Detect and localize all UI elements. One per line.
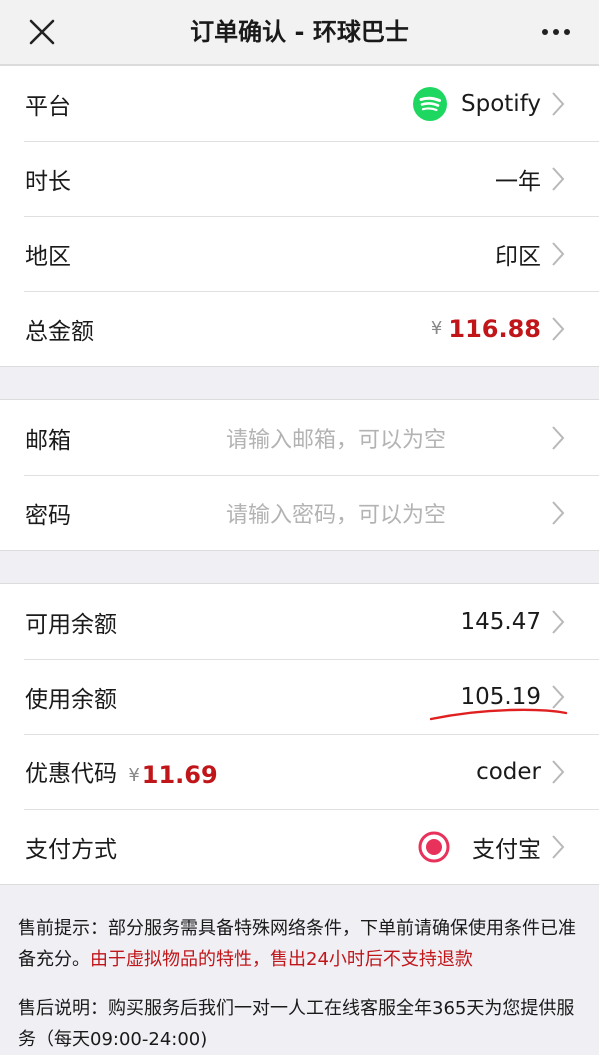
total-row: 总金额 ¥ 116.88 — [0, 291, 599, 366]
after-sale-note: 售后说明：购买服务后我们一对一人工在线客服全年365天为您提供服务（每天09:0… — [18, 998, 575, 1050]
chevron-right-icon — [552, 500, 565, 525]
available-balance-row: 可用余额 145.47 — [0, 584, 599, 659]
red-underline-annotation — [430, 708, 568, 721]
chevron-right-icon — [552, 316, 565, 341]
password-field[interactable]: 请输入密码，可以为空 — [226, 497, 446, 529]
chevron-right-icon — [552, 166, 565, 191]
region-row[interactable]: 地区 印区 — [0, 216, 599, 291]
radio-selected-icon[interactable] — [418, 831, 450, 863]
password-row[interactable]: 密码 请输入密码，可以为空 — [0, 475, 599, 550]
chevron-right-icon — [552, 834, 565, 859]
payment-method-label: 支付方式 — [25, 836, 117, 863]
email-label: 邮箱 — [25, 427, 71, 454]
duration-value: 一年 — [495, 168, 541, 195]
more-icon[interactable] — [541, 26, 571, 38]
refund-warning: 由于虚拟物品的特性，售出24小时后不支持退款 — [90, 949, 473, 970]
payment-method-name: 支付宝 — [472, 836, 541, 863]
payment-group: 可用余额 145.47 使用余额 105.19 优惠代码 ¥ 11.69 cod… — [0, 583, 599, 885]
chevron-right-icon — [552, 241, 565, 266]
coupon-code-value[interactable]: coder — [476, 759, 541, 785]
platform-row[interactable]: 平台 Spotify — [0, 66, 599, 141]
pre-sale-note: 售前提示：部分服务需具备特殊网络条件，下单前请确保使用条件已准备充分。由于虚拟物… — [18, 913, 581, 975]
notes-section: 售前提示：部分服务需具备特殊网络条件，下单前请确保使用条件已准备充分。由于虚拟物… — [0, 885, 599, 1055]
platform-value: Spotify — [413, 86, 541, 121]
use-balance-label: 使用余额 — [25, 686, 117, 713]
coupon-amount: 11.69 — [141, 761, 218, 790]
duration-row[interactable]: 时长 一年 — [0, 141, 599, 216]
total-value: ¥ 116.88 — [431, 315, 541, 343]
coupon-label-text: 优惠代码 — [25, 760, 117, 787]
payment-method-row[interactable]: 支付方式 支付宝 — [0, 809, 599, 884]
use-balance-row[interactable]: 使用余额 105.19 — [0, 659, 599, 734]
coupon-label: 优惠代码 ¥ 11.69 — [25, 754, 218, 790]
duration-label: 时长 — [25, 168, 71, 195]
email-field[interactable]: 请输入邮箱，可以为空 — [226, 422, 446, 454]
account-group: 邮箱 请输入邮箱，可以为空 密码 请输入密码，可以为空 — [0, 399, 599, 551]
top-bar: 订单确认 - 环球巴士 — [0, 0, 599, 65]
platform-name: Spotify — [461, 90, 541, 117]
platform-label: 平台 — [25, 93, 71, 120]
currency-symbol: ¥ — [128, 764, 140, 786]
payment-method-value: 支付宝 — [418, 830, 541, 864]
available-balance-value: 145.47 — [460, 608, 541, 635]
coupon-discount: ¥ 11.69 — [128, 761, 217, 789]
chevron-right-icon — [552, 425, 565, 450]
password-label: 密码 — [25, 502, 71, 529]
region-label: 地区 — [25, 243, 71, 270]
chevron-right-icon — [552, 759, 565, 784]
chevron-right-icon — [552, 609, 565, 634]
page-title: 订单确认 - 环球巴士 — [190, 18, 409, 46]
chevron-right-icon — [552, 91, 565, 116]
currency-symbol: ¥ — [430, 318, 443, 339]
total-label: 总金额 — [25, 318, 94, 345]
email-row[interactable]: 邮箱 请输入邮箱，可以为空 — [0, 400, 599, 475]
region-value: 印区 — [495, 243, 541, 270]
order-info-group: 平台 Spotify 时长 一年 地区 印区 总金额 ¥ 116.88 — [0, 65, 599, 367]
available-balance-label: 可用余额 — [25, 611, 117, 638]
coupon-row[interactable]: 优惠代码 ¥ 11.69 coder — [0, 734, 599, 809]
total-amount: 116.88 — [448, 314, 541, 343]
spotify-icon — [413, 86, 448, 121]
